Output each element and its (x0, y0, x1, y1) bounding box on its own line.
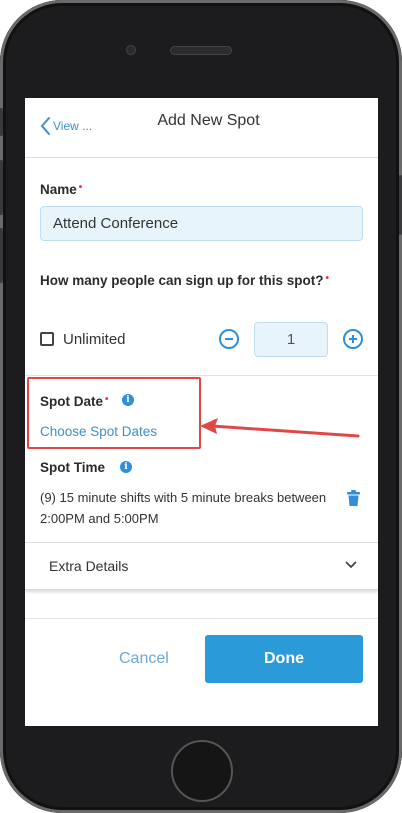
spot-time-description: (9) 15 minute shifts with 5 minute break… (40, 490, 327, 526)
chevron-down-icon (345, 561, 357, 568)
name-input[interactable]: Attend Conference (40, 206, 363, 241)
page-title: Add New Spot (157, 112, 260, 129)
mute-switch (0, 108, 3, 136)
name-field-label: Name • (40, 182, 82, 197)
capacity-field-label: How many people can sign up for this spo… (40, 273, 329, 288)
extra-details-toggle[interactable]: Extra Details (25, 542, 378, 590)
cancel-button[interactable]: Cancel (119, 650, 169, 668)
spot-time-field-label: Spot Time (40, 460, 105, 475)
trash-icon[interactable] (347, 490, 360, 506)
unlimited-label: Unlimited (63, 331, 126, 348)
section-divider (25, 375, 378, 376)
capacity-label-text: How many people can sign up for this spo… (40, 273, 324, 288)
footer-divider (25, 618, 378, 619)
earpiece-speaker (170, 46, 232, 55)
extra-details-label: Extra Details (49, 558, 129, 574)
volume-down-button (0, 228, 3, 283)
name-label-text: Name (40, 182, 77, 197)
spot-time-label-text: Spot Time (40, 460, 106, 475)
home-button[interactable] (171, 740, 233, 802)
quantity-input[interactable]: 1 (254, 322, 328, 357)
annotation-highlight-box (27, 377, 201, 449)
done-button[interactable]: Done (205, 635, 363, 683)
minus-circle-icon[interactable] (219, 329, 239, 349)
volume-up-button (0, 160, 3, 215)
required-marker: • (325, 273, 330, 284)
modal-header: View ... Add New Spot (25, 98, 378, 158)
info-icon[interactable]: i (120, 461, 132, 473)
unlimited-checkbox[interactable] (40, 332, 54, 346)
plus-circle-icon[interactable] (343, 329, 363, 349)
required-marker: • (78, 182, 83, 193)
annotation-arrow (200, 418, 360, 438)
front-camera (126, 45, 136, 55)
